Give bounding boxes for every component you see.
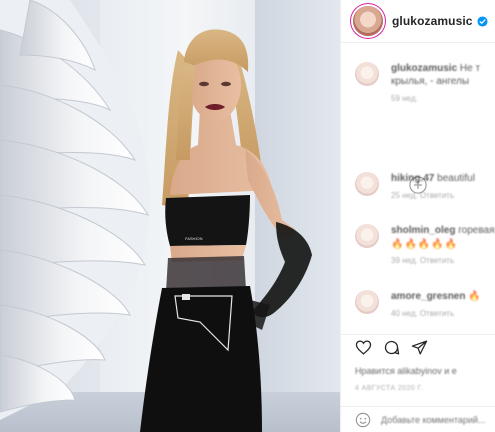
- comment-text-line2: крылья, - ангелы: [391, 76, 470, 87]
- author-username[interactable]: glukozamusic: [392, 14, 473, 28]
- author-avatar[interactable]: [353, 6, 383, 36]
- add-comment-input[interactable]: [381, 414, 491, 425]
- comment-avatar[interactable]: [355, 62, 379, 86]
- comment-body: glukozamusic Не т крылья, - ангелы 59 не…: [391, 62, 480, 103]
- comment-meta: 59 нед.: [391, 94, 418, 103]
- add-comment-bar: [341, 406, 495, 432]
- comment-body: hiking.47 beautiful 25 нед. Ответить: [391, 172, 475, 200]
- comment-avatar[interactable]: [355, 172, 379, 196]
- comment-user[interactable]: hiking.47: [391, 173, 434, 184]
- emoji-smile-icon[interactable]: [355, 412, 371, 428]
- comment-user[interactable]: glukozamusic: [391, 63, 457, 74]
- comment-item: sholmin_oleg горевая 🔥🔥🔥🔥🔥 39 нед. Ответ…: [355, 224, 495, 265]
- post-actions: [341, 334, 495, 358]
- photo-illustration: FASHION: [0, 0, 312, 432]
- comment-item: amore_gresnen 🔥 40 нед. Ответить: [355, 290, 495, 318]
- instagram-post: FASHION glukozamusic glukozamusic Не т к…: [0, 0, 495, 432]
- post-timestamp: 4 АВГУСТА 2020 Г.: [355, 385, 424, 392]
- share-send-icon[interactable]: [411, 339, 428, 356]
- comment-text: 🔥: [468, 291, 481, 302]
- comment-meta: 39 нед. Ответить: [391, 256, 455, 265]
- comment-body: amore_gresnen 🔥 40 нед. Ответить: [391, 290, 481, 318]
- comment-avatar[interactable]: [355, 224, 379, 248]
- comment-item: glukozamusic Не т крылья, - ангелы 59 не…: [355, 62, 495, 103]
- post-photo[interactable]: FASHION: [0, 0, 340, 432]
- comment-meta: 25 нед. Ответить: [391, 191, 455, 200]
- comment-item: hiking.47 beautiful 25 нед. Ответить: [355, 172, 495, 200]
- comment-user[interactable]: amore_gresnen: [391, 291, 465, 302]
- post-sidebar: glukozamusic glukozamusic Не т крылья, -…: [340, 0, 495, 432]
- angel-wing: [0, 0, 150, 420]
- comments-list: glukozamusic Не т крылья, - ангелы 59 не…: [341, 44, 495, 344]
- post-header: glukozamusic: [341, 0, 495, 43]
- comment-text: горевая: [458, 225, 495, 236]
- like-heart-icon[interactable]: [355, 339, 372, 356]
- likes-text[interactable]: Нравится alikabyinov и е: [355, 366, 457, 376]
- model-figure: FASHION: [140, 29, 312, 432]
- comment-text: beautiful: [437, 173, 475, 184]
- comment-bubble-icon[interactable]: [383, 339, 400, 356]
- svg-text:FASHION: FASHION: [185, 236, 203, 241]
- comment-avatar[interactable]: [355, 290, 379, 314]
- comment-user[interactable]: sholmin_oleg: [391, 225, 455, 236]
- comment-emojis: 🔥🔥🔥🔥🔥: [391, 239, 459, 250]
- comment-body: sholmin_oleg горевая 🔥🔥🔥🔥🔥 39 нед. Ответ…: [391, 224, 495, 265]
- verified-badge-icon: [477, 15, 488, 27]
- comment-meta: 40 нед. Ответить: [391, 309, 455, 318]
- comment-text: Не т: [459, 63, 481, 74]
